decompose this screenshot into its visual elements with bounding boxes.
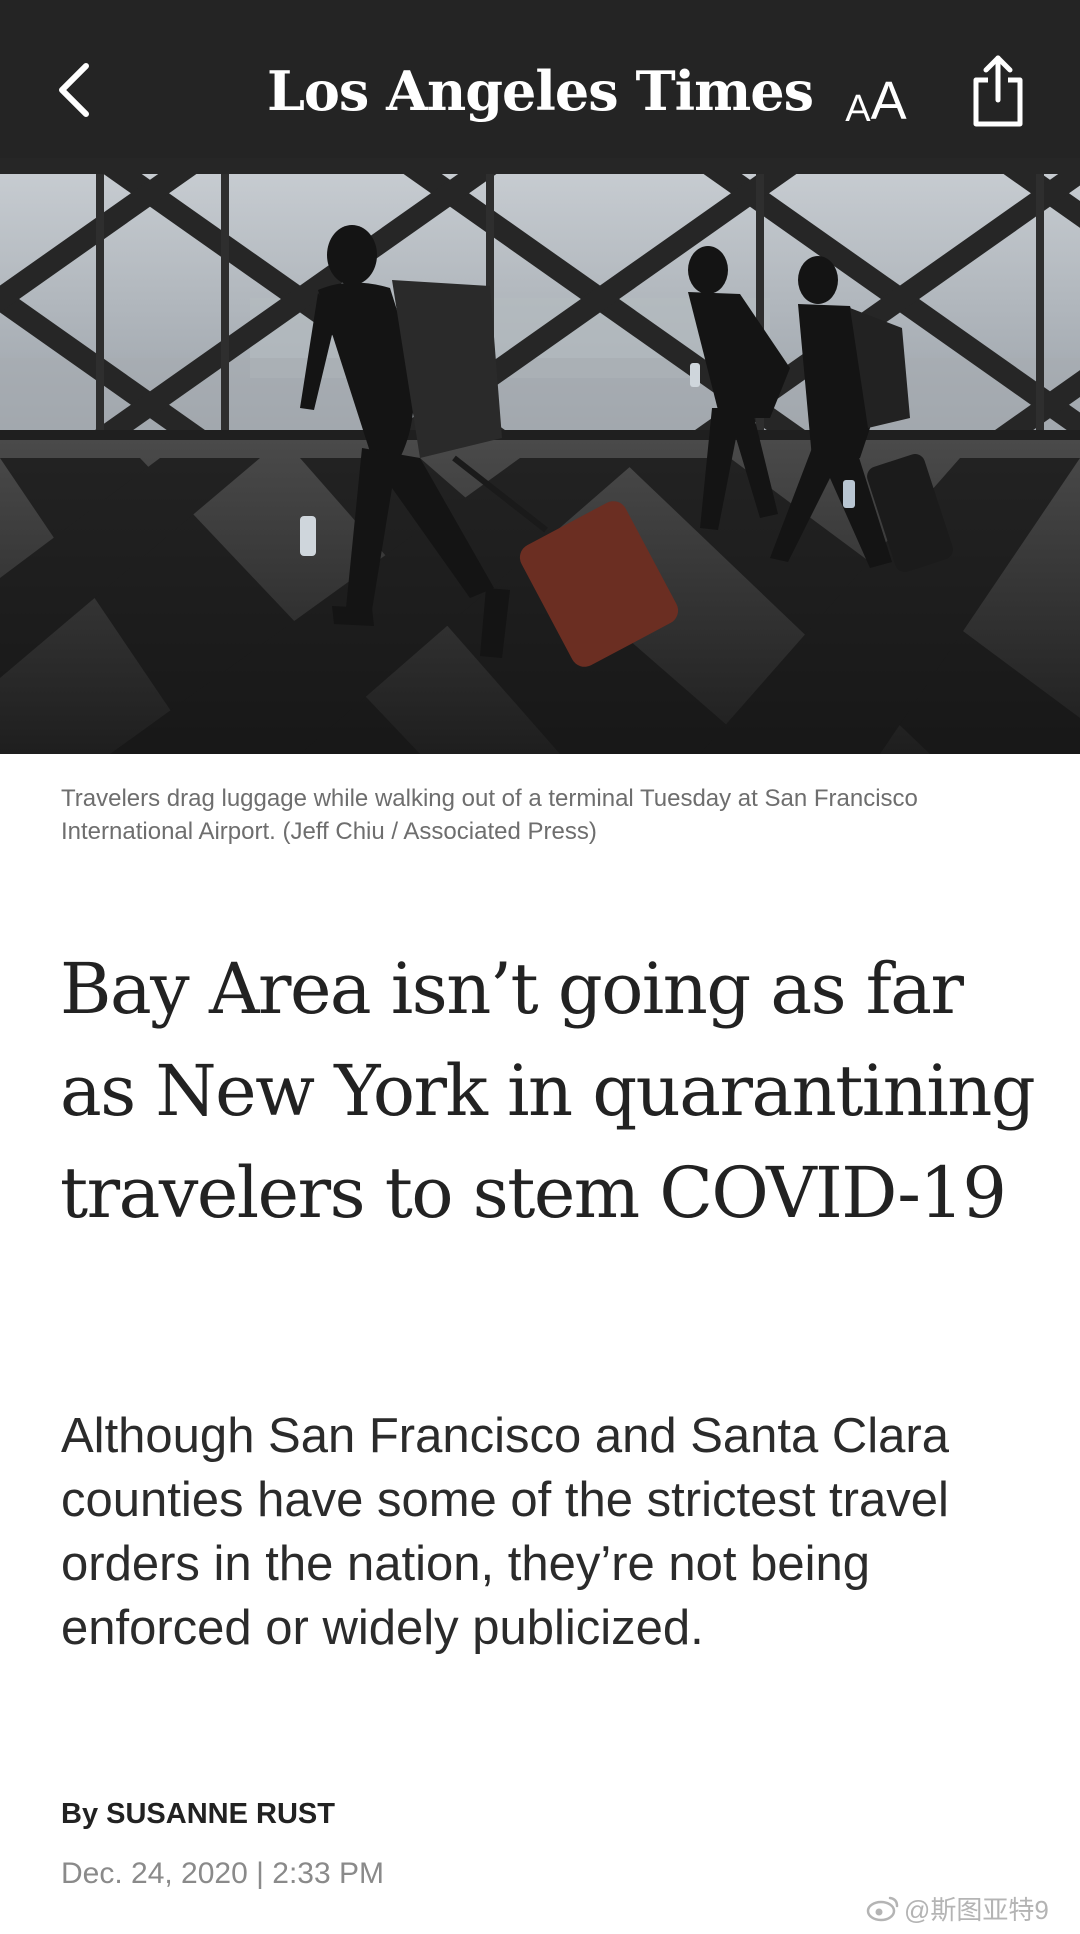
author-link[interactable]: SUSANNE RUST <box>106 1798 335 1830</box>
top-navigation-bar: Los Angeles Times A A <box>0 0 1080 158</box>
article-summary: Although San Francisco and Santa Clara c… <box>61 1409 949 1655</box>
byline: By SUSANNE RUST <box>61 1798 335 1831</box>
airport-terminal-photo <box>0 158 1080 754</box>
weibo-icon <box>866 1896 899 1922</box>
text-size-small-glyph: A <box>845 88 871 130</box>
photo-caption: Travelers drag luggage while walking out… <box>61 785 918 845</box>
share-icon <box>973 55 1023 127</box>
byline-prefix: By <box>61 1798 99 1830</box>
text-size-button[interactable]: A A <box>836 58 916 128</box>
publish-date: Dec. 24, 2020 | 2:33 PM <box>61 1857 384 1890</box>
article-headline: Bay Area isn’t going as far as New York … <box>60 948 1036 1234</box>
share-button[interactable] <box>966 48 1030 132</box>
watermark: @斯图亚特9 <box>866 1890 1049 1926</box>
text-size-large-glyph: A <box>870 71 907 131</box>
watermark-text: @斯图亚特9 <box>904 1894 1049 1925</box>
chevron-left-icon <box>59 63 89 117</box>
hero-photo[interactable] <box>0 158 1080 754</box>
back-button[interactable] <box>46 52 102 128</box>
masthead-logo: Los Angeles Times <box>266 59 814 123</box>
